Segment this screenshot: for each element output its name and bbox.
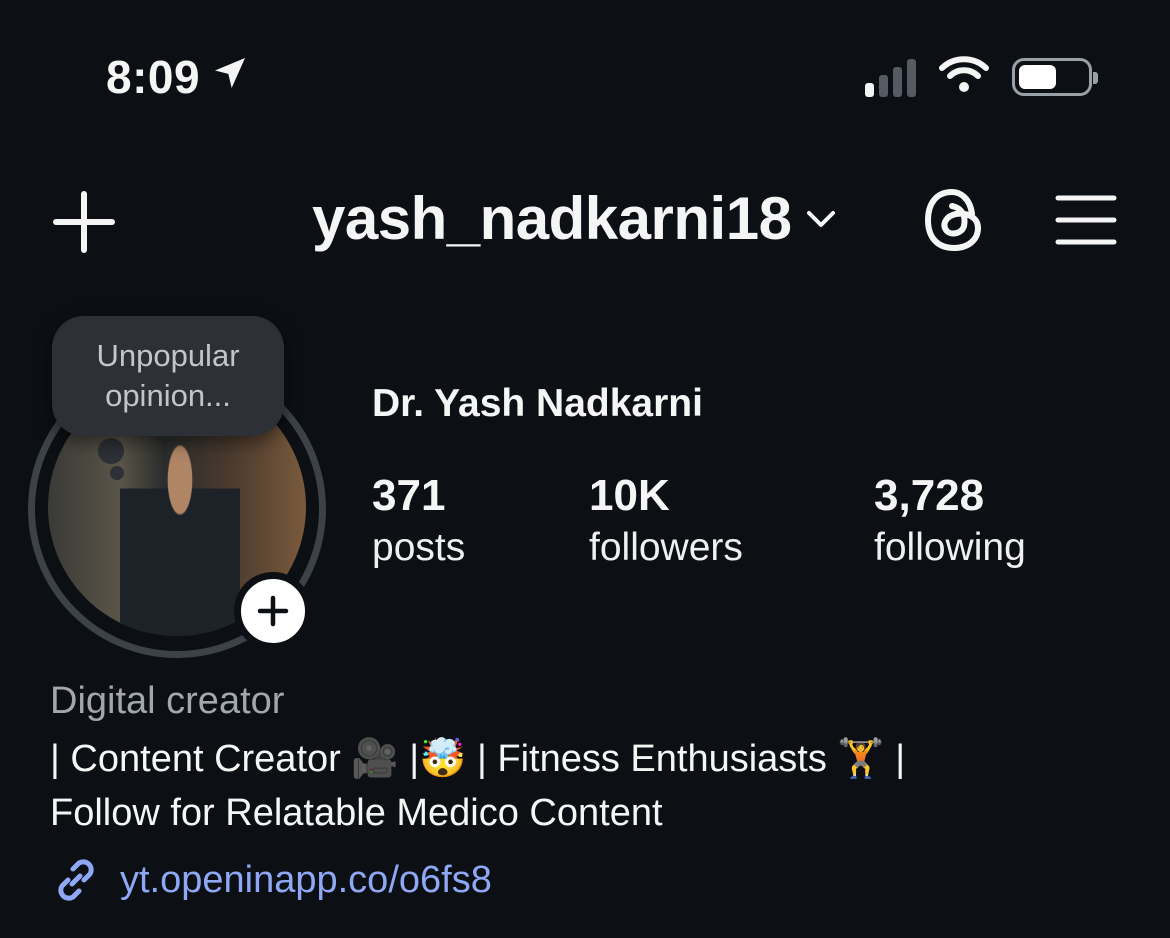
stat-followers[interactable]: 10K followers: [589, 470, 743, 574]
wifi-icon: [938, 54, 990, 99]
profile-category: Digital creator: [50, 680, 285, 722]
plus-icon: [257, 595, 289, 627]
stat-value: 10K: [589, 471, 670, 520]
profile-header: yash_nadkarni18: [0, 170, 1170, 270]
plus-icon: [53, 191, 115, 253]
bio: | Content Creator 🎥 |🤯 | Fitness Enthusi…: [50, 732, 1130, 840]
stat-value: 3,728: [874, 471, 985, 520]
cellular-signal-icon: [865, 57, 916, 97]
threads-button[interactable]: [918, 184, 990, 256]
note-bubble-tail: [110, 466, 124, 480]
stat-following[interactable]: 3,728 following: [874, 470, 1026, 574]
stat-label: following: [874, 526, 1026, 569]
create-button[interactable]: [52, 190, 116, 254]
bio-line: | Content Creator 🎥 |🤯 | Fitness Enthusi…: [50, 738, 906, 780]
note-bubble-tail: [98, 438, 124, 464]
hamburger-menu-icon: [1055, 195, 1117, 245]
menu-button[interactable]: [1054, 192, 1118, 248]
bio-link[interactable]: yt.openinapp.co/o6fs8: [50, 854, 492, 906]
username: yash_nadkarni18: [312, 185, 792, 252]
link-icon: [58, 859, 94, 901]
location-arrow-icon: [210, 50, 250, 104]
status-icons: [865, 54, 1098, 99]
battery-icon: [1012, 57, 1098, 96]
chevron-down-icon: [807, 210, 836, 227]
note-bubble[interactable]: Unpopular opinion...: [52, 316, 284, 436]
status-time-text: 8:09: [106, 51, 201, 103]
profile-screen: 8:09 yash_nadkarni18 Unpopular opinion..…: [0, 0, 1170, 938]
stat-label: posts: [372, 526, 466, 569]
stat-label: followers: [589, 526, 743, 569]
stat-value: 371: [372, 471, 446, 520]
status-time: 8:09: [106, 50, 250, 104]
bio-link-text: yt.openinapp.co/o6fs8: [120, 858, 492, 901]
stat-posts[interactable]: 371 posts: [372, 470, 465, 574]
bio-line: Follow for Relatable Medico Content: [50, 792, 663, 834]
add-story-button[interactable]: [234, 572, 312, 650]
account-switcher[interactable]: yash_nadkarni18: [312, 184, 837, 253]
full-name: Dr. Yash Nadkarni: [372, 382, 703, 425]
threads-icon: [924, 188, 982, 252]
note-text: Unpopular opinion...: [96, 338, 240, 413]
